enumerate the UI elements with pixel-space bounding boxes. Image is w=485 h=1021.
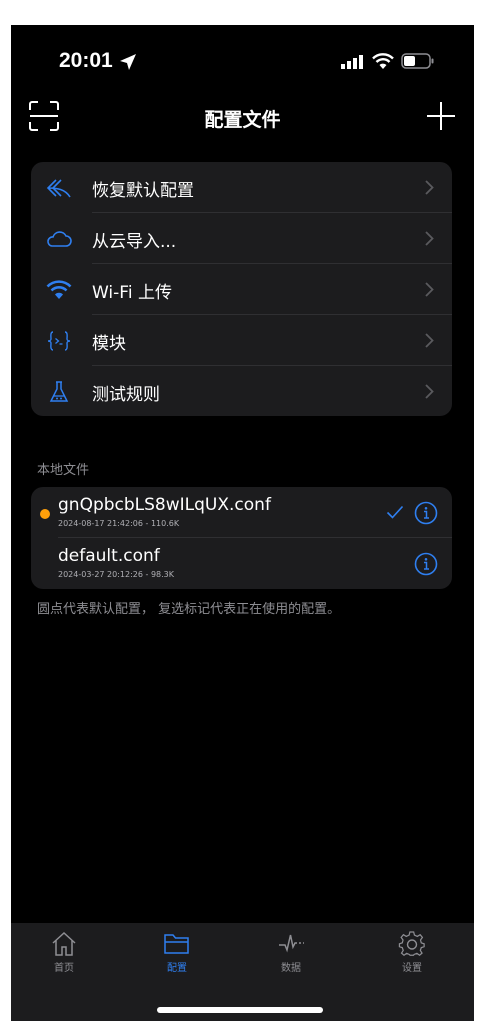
file-name: default.conf (58, 546, 160, 566)
module-braces-icon (47, 331, 71, 351)
home-indicator[interactable] (157, 1007, 323, 1013)
menu-item-label: 恢复默认配置 (92, 181, 194, 201)
menu-item-modules[interactable]: 模块 (31, 315, 452, 366)
page-title: 配置文件 (204, 109, 281, 131)
file-meta: 2024-08-17 21:42:06 - 110.6K (58, 519, 180, 528)
status-time: 20:01 (59, 49, 113, 72)
flask-icon (49, 381, 69, 402)
menu-item-import-cloud[interactable]: 从云导入... (31, 213, 452, 264)
wifi-icon (46, 280, 72, 299)
tab-data[interactable]: 数据 (241, 923, 341, 983)
gear-icon (398, 931, 425, 957)
tab-home[interactable]: 首页 (14, 923, 114, 983)
checkmark-icon (386, 505, 404, 519)
tab-label: 首页 (54, 963, 74, 974)
nav-bar: 配置文件 (11, 95, 474, 145)
chevron-right-icon (425, 282, 434, 297)
file-row[interactable]: default.conf 2024-03-27 20:12:26 - 98.3K (31, 538, 452, 589)
info-icon[interactable] (414, 501, 438, 525)
chevron-right-icon (425, 384, 434, 399)
local-files-card: gnQpbcbLS8wILqUX.conf 2024-08-17 21:42:0… (31, 487, 452, 589)
file-row[interactable]: gnQpbcbLS8wILqUX.conf 2024-08-17 21:42:0… (31, 487, 452, 538)
tab-label: 配置 (167, 963, 187, 974)
menu-item-label: 从云导入... (92, 232, 177, 252)
menu-item-test-rules[interactable]: 测试规则 (31, 366, 452, 417)
menu-item-label: 模块 (92, 334, 126, 354)
tab-bar: 首页 配置 数据 设置 (11, 923, 474, 1021)
section-header-local-files: 本地文件 (37, 463, 90, 478)
menu-item-label: Wi-Fi 上传 (92, 283, 172, 303)
actions-card: 恢复默认配置 从云导入... Wi-Fi 上传 模块 测试规则 (31, 162, 452, 416)
battery-icon (401, 53, 434, 69)
folder-icon (164, 934, 189, 954)
home-icon (52, 931, 76, 956)
menu-item-wifi-upload[interactable]: Wi-Fi 上传 (31, 264, 452, 315)
chevron-right-icon (425, 231, 434, 246)
chevron-right-icon (425, 180, 434, 195)
tab-settings[interactable]: 设置 (362, 923, 462, 983)
default-indicator-dot (40, 509, 50, 519)
footnote: 圆点代表默认配置， 复选标记代表正在使用的配置。 (37, 602, 341, 617)
tab-label: 设置 (402, 963, 422, 974)
menu-item-label: 测试规则 (92, 385, 160, 405)
menu-item-restore-default[interactable]: 恢复默认配置 (31, 162, 452, 213)
pulse-icon (279, 934, 304, 953)
info-icon[interactable] (414, 552, 438, 576)
add-icon[interactable] (424, 99, 458, 133)
status-bar: 20:01 (11, 25, 474, 95)
phone-screen: 20:01 配置文件 恢复默认配置 从云导入... Wi-Fi 上传 模块 测试… (11, 25, 474, 1021)
wifi-status-icon (372, 53, 394, 69)
file-meta: 2024-03-27 20:12:26 - 98.3K (58, 570, 174, 579)
cellular-signal-icon (341, 55, 363, 69)
file-name: gnQpbcbLS8wILqUX.conf (58, 495, 271, 515)
cloud-icon (47, 231, 72, 247)
tab-config[interactable]: 配置 (127, 923, 227, 983)
location-arrow-icon (120, 54, 136, 70)
chevron-right-icon (425, 333, 434, 348)
undo-arrow-icon (46, 179, 71, 198)
tab-label: 数据 (281, 963, 301, 974)
